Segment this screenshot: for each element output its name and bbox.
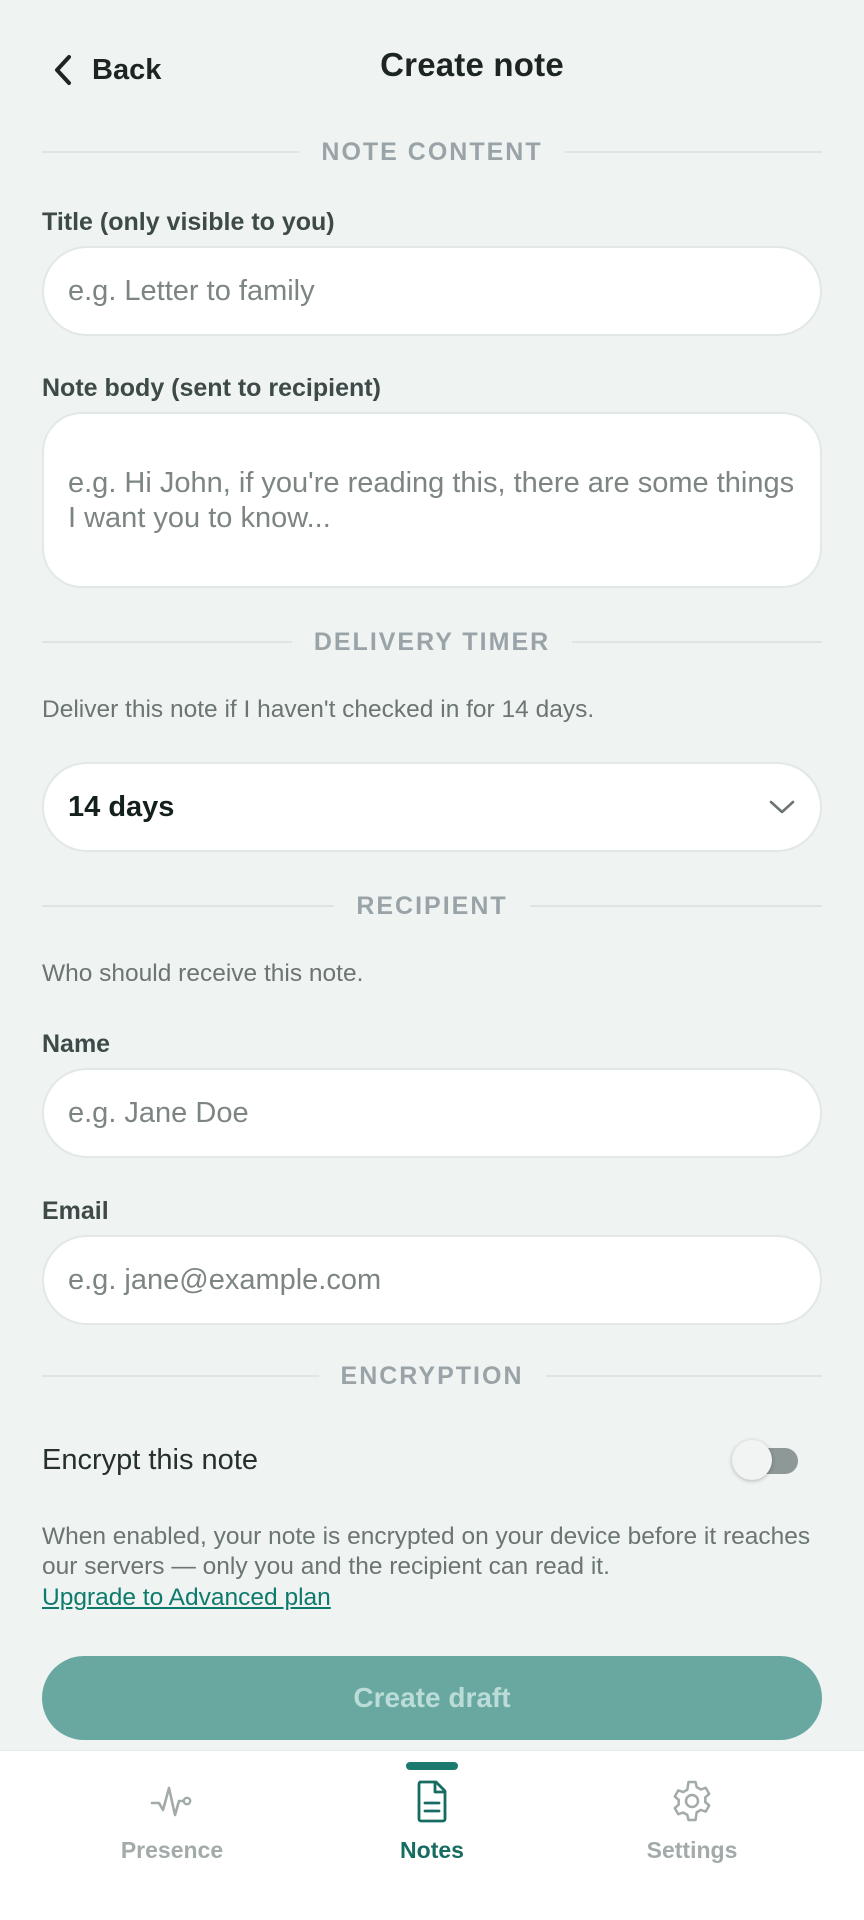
nav-label-notes: Notes bbox=[400, 1837, 464, 1863]
section-divider-recipient: RECIPIENT bbox=[42, 891, 823, 921]
recipient-email-input[interactable] bbox=[42, 1235, 822, 1325]
nav-item-settings[interactable]: Settings bbox=[592, 1751, 792, 1881]
chevron-down-icon bbox=[769, 800, 795, 814]
name-field-label: Name bbox=[42, 1030, 111, 1058]
email-field-label: Email bbox=[42, 1197, 109, 1225]
divider-line bbox=[564, 151, 822, 153]
timer-selected-value: 14 days bbox=[68, 790, 175, 823]
section-title: NOTE CONTENT bbox=[321, 137, 543, 166]
document-icon bbox=[417, 1780, 447, 1823]
encrypt-toggle[interactable] bbox=[732, 1440, 800, 1480]
timer-helper-text: Deliver this note if I haven't checked i… bbox=[42, 696, 595, 723]
section-title: RECIPIENT bbox=[356, 891, 508, 920]
activity-icon bbox=[150, 1786, 192, 1817]
section-title: ENCRYPTION bbox=[340, 1361, 524, 1390]
divider-line bbox=[42, 1375, 319, 1377]
upgrade-plan-link[interactable]: Upgrade to Advanced plan bbox=[42, 1583, 331, 1613]
page-title: Create note bbox=[380, 46, 564, 83]
toggle-thumb bbox=[732, 1440, 772, 1480]
section-divider-delivery-timer: DELIVERY TIMER bbox=[42, 627, 822, 657]
encrypt-toggle-label: Encrypt this note bbox=[42, 1443, 258, 1476]
divider-line bbox=[529, 905, 823, 907]
note-body-textarea[interactable] bbox=[42, 412, 822, 588]
divider-line bbox=[42, 641, 292, 643]
title-field-label: Title (only visible to you) bbox=[42, 208, 335, 236]
header: Back Create note bbox=[0, 0, 864, 138]
gear-icon bbox=[673, 1780, 711, 1822]
nav-label-presence: Presence bbox=[120, 1837, 224, 1863]
divider-line bbox=[42, 905, 335, 907]
nav-label-settings: Settings bbox=[646, 1837, 738, 1863]
divider-line bbox=[572, 641, 822, 643]
body-field-label: Note body (sent to recipient) bbox=[42, 374, 381, 402]
create-draft-button[interactable]: Create draft bbox=[42, 1656, 822, 1740]
section-divider-note-content: NOTE CONTENT bbox=[42, 137, 822, 167]
nav-item-presence[interactable]: Presence bbox=[72, 1751, 272, 1881]
divider-line bbox=[42, 151, 300, 153]
divider-line bbox=[545, 1375, 823, 1377]
recipient-name-input[interactable] bbox=[42, 1068, 822, 1158]
bottom-navigation: Presence Notes Settings bbox=[0, 1750, 864, 1920]
encryption-description: When enabled, your note is encrypted on … bbox=[42, 1523, 811, 1580]
nav-item-notes[interactable]: Notes bbox=[332, 1751, 532, 1881]
encrypt-toggle-row: Encrypt this note bbox=[42, 1430, 822, 1490]
recipient-helper-text: Who should receive this note. bbox=[42, 960, 364, 987]
delivery-timer-select[interactable]: 14 days bbox=[42, 762, 822, 852]
title-input[interactable] bbox=[42, 246, 822, 336]
section-title: DELIVERY TIMER bbox=[313, 627, 551, 656]
section-divider-encryption: ENCRYPTION bbox=[42, 1361, 823, 1391]
